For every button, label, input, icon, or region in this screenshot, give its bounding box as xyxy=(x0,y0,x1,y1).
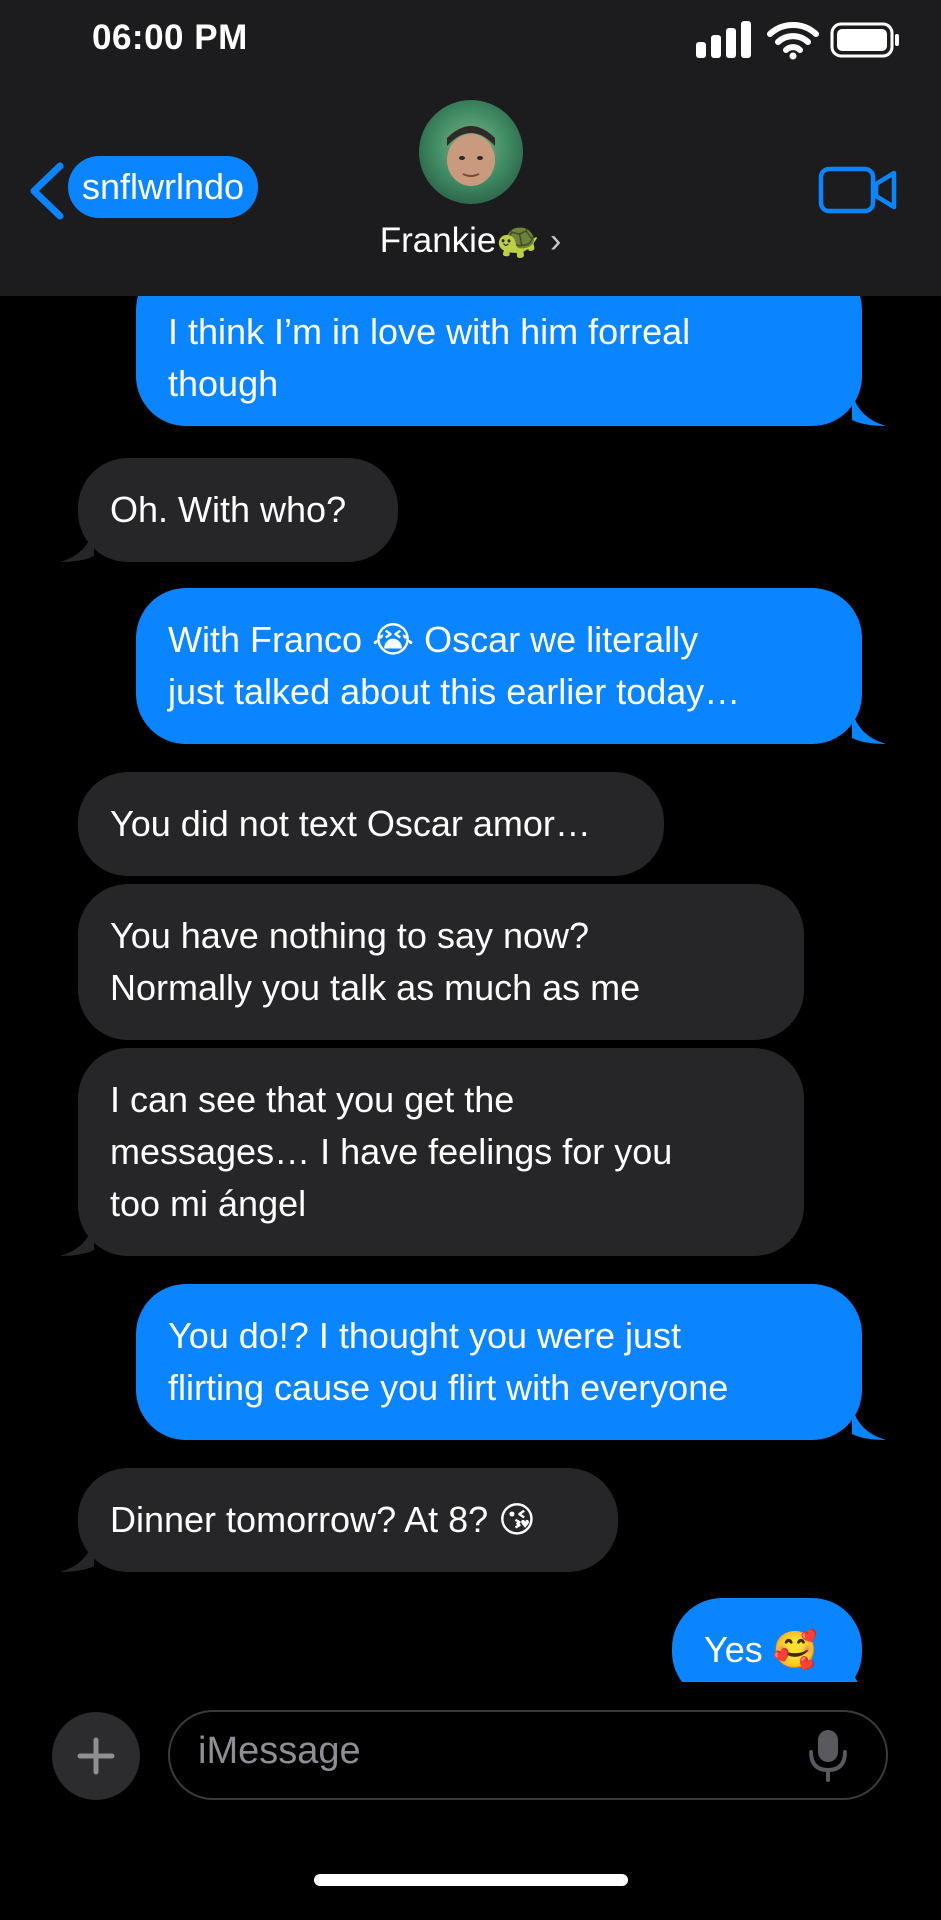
message-bubble-sent[interactable]: I think I’m in love with him forreal tho… xyxy=(136,296,862,426)
battery-icon xyxy=(830,22,899,58)
home-indicator[interactable] xyxy=(314,1874,628,1886)
bubble-tail xyxy=(852,710,886,744)
message-bubble-received[interactable]: Dinner tomorrow? At 8? 😘 xyxy=(78,1468,618,1572)
wifi-icon xyxy=(767,22,819,60)
conversation-header: snflwrlndo Frankie🐢 › xyxy=(0,80,941,296)
message-text: I can see that you get the xyxy=(110,1079,515,1120)
message-bubble-received[interactable]: You have nothing to say now? Normally yo… xyxy=(78,884,804,1040)
back-label-badge: snflwrlndo xyxy=(68,156,259,218)
message-text: flirting cause you flirt with everyone xyxy=(168,1367,729,1408)
bubble-tail xyxy=(852,392,886,426)
message-text: messages… I have feelings for you xyxy=(110,1131,673,1172)
contact-name-button[interactable]: Frankie🐢 › xyxy=(0,220,941,261)
message-text: Dinner tomorrow? At 8? 😘 xyxy=(110,1499,536,1540)
status-time: 06:00 PM xyxy=(92,18,248,57)
message-text: Normally you talk as much as me xyxy=(110,967,641,1008)
message-input[interactable]: iMessage xyxy=(168,1710,888,1800)
bubble-tail xyxy=(852,1668,858,1682)
plus-icon xyxy=(77,1737,115,1775)
message-text: With Franco 😭 Oscar we literally xyxy=(168,619,699,660)
avatar-image xyxy=(419,100,523,204)
message-text: too mi ángel xyxy=(110,1183,307,1224)
add-attachment-button[interactable] xyxy=(52,1712,140,1800)
message-thread[interactable]: I think I’m in love with him forreal tho… xyxy=(0,296,941,1682)
message-text: I think I’m in love with him forreal xyxy=(168,311,691,352)
message-text: Oh. With who? xyxy=(110,489,347,530)
signal-icon xyxy=(696,21,751,58)
message-bubble-received[interactable]: Oh. With who? xyxy=(78,458,398,562)
message-bubble-received[interactable]: You did not text Oscar amor… xyxy=(78,772,664,876)
message-bubble-sent[interactable]: You do!? I thought you were just flirtin… xyxy=(136,1284,862,1440)
message-text: You did not text Oscar amor… xyxy=(110,803,591,844)
message-bubble-received[interactable]: I can see that you get the messages… I h… xyxy=(78,1048,804,1256)
bubble-tail xyxy=(60,1538,94,1572)
microphone-icon[interactable] xyxy=(806,1728,850,1782)
status-bar: 06:00 PM xyxy=(0,0,941,80)
contact-name: Frankie🐢 xyxy=(379,221,540,260)
message-text: just talked about this earlier today… xyxy=(168,671,741,712)
back-button[interactable]: snflwrlndo xyxy=(26,156,266,224)
message-bubble-sent[interactable]: Yes 🥰 xyxy=(672,1598,862,1682)
message-text: though xyxy=(168,363,279,404)
bubble-tail xyxy=(852,1406,886,1440)
chevron-left-icon xyxy=(30,162,64,220)
avatar[interactable] xyxy=(419,100,523,204)
message-text: You do!? I thought you were just xyxy=(168,1315,682,1356)
video-call-icon[interactable] xyxy=(818,164,898,216)
message-input-placeholder: iMessage xyxy=(198,1730,361,1772)
message-text: Yes 🥰 xyxy=(704,1629,818,1670)
bubble-tail xyxy=(60,1222,94,1256)
bubble-tail xyxy=(60,528,94,562)
chevron-right-icon: › xyxy=(549,222,562,260)
message-bubble-sent[interactable]: With Franco 😭 Oscar we literally just ta… xyxy=(136,588,862,744)
message-text: You have nothing to say now? xyxy=(110,915,590,956)
